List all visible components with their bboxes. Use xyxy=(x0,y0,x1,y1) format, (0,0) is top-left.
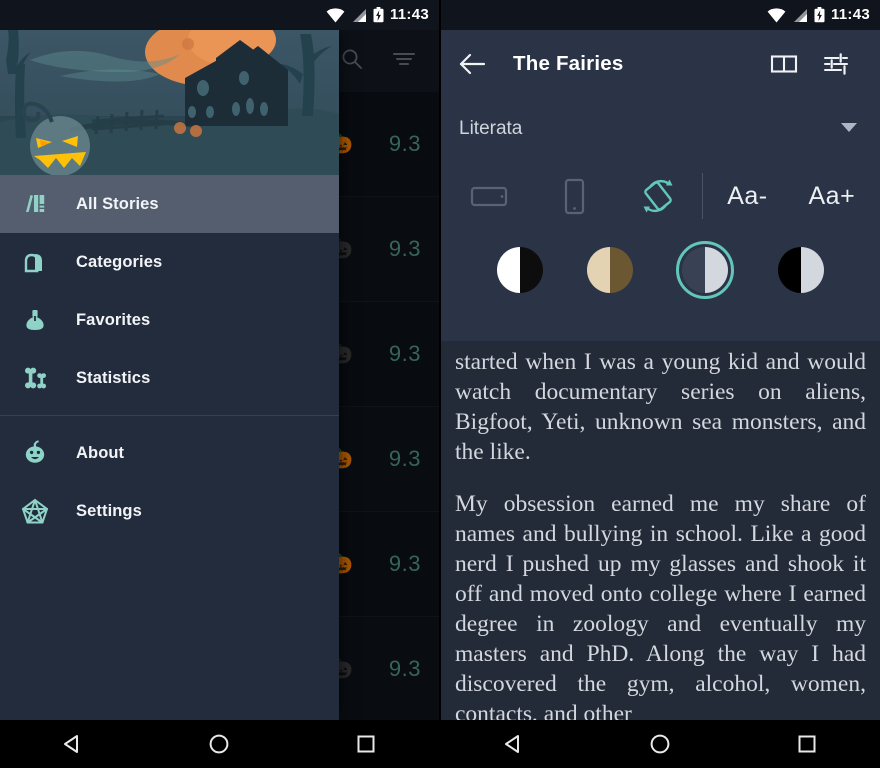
potion-icon xyxy=(18,303,52,337)
reader-settings-icon[interactable] xyxy=(810,52,862,76)
sidebar-item-label: About xyxy=(76,443,125,462)
nav-home-button[interactable] xyxy=(184,732,254,756)
battery-charging-icon xyxy=(814,7,825,23)
drawer-header-image xyxy=(0,30,339,175)
pumpkin-icon xyxy=(18,436,52,470)
text-size-increase-button[interactable]: Aa+ xyxy=(790,182,874,211)
font-family-value: Literata xyxy=(459,118,523,139)
back-arrow-icon[interactable] xyxy=(459,53,505,75)
sidebar-item-label: Statistics xyxy=(76,368,151,387)
nav-home-button[interactable] xyxy=(625,732,695,756)
nav-back-button[interactable] xyxy=(479,732,549,756)
status-bar: 11:43 xyxy=(441,0,880,30)
drawer-item-list: All Stories Categories Favorites Statist… xyxy=(0,175,339,540)
sidebar-item-categories[interactable]: Categories xyxy=(0,233,339,291)
sidebar-item-about[interactable]: About xyxy=(0,424,339,482)
tool-separator xyxy=(702,173,704,219)
status-bar: 11:43 xyxy=(0,0,439,30)
auto-rotate-icon[interactable] xyxy=(616,176,700,216)
sidebar-item-label: Favorites xyxy=(76,310,151,329)
dual-screenshot: 11:43 🎃 9.3 🎃 9.3 🎃 9.3 🎃 9.3 🎃 9.3 🎃 9.… xyxy=(0,0,880,768)
reader-app-bar: The Fairies xyxy=(441,30,880,98)
signal-icon xyxy=(352,8,366,22)
theme-black-swatch[interactable] xyxy=(778,247,825,293)
page-title: The Fairies xyxy=(513,52,624,75)
reader-tool-row: Aa- Aa+ xyxy=(441,160,880,232)
chevron-down-icon[interactable] xyxy=(840,120,858,138)
wifi-icon xyxy=(767,7,786,23)
pentagram-icon xyxy=(18,494,52,528)
sidebar-item-label: Categories xyxy=(76,252,163,271)
drawer-divider xyxy=(0,415,339,416)
text-size-decrease-label: Aa- xyxy=(727,181,768,210)
sidebar-item-label: All Stories xyxy=(76,194,159,213)
theme-light-swatch[interactable] xyxy=(496,247,543,293)
theme-light-disc xyxy=(496,247,543,293)
tombstone-icon xyxy=(18,245,52,279)
status-clock: 11:43 xyxy=(389,6,429,23)
reader-paragraph: started when I was a young kid and would… xyxy=(455,349,866,465)
android-nav-bar xyxy=(0,720,439,768)
sidebar-item-label: Settings xyxy=(76,501,142,520)
theme-dark-swatch[interactable] xyxy=(676,241,735,299)
theme-sepia-disc xyxy=(586,247,633,293)
reader-content[interactable]: started when I was a young kid and would… xyxy=(441,341,880,720)
nav-back-button[interactable] xyxy=(38,732,108,756)
sidebar-item-all-stories[interactable]: All Stories xyxy=(0,175,339,233)
text-size-decrease-button[interactable]: Aa- xyxy=(705,182,789,211)
signal-icon xyxy=(793,8,807,22)
font-family-select[interactable]: Literata xyxy=(441,98,880,160)
sidebar-item-favorites[interactable]: Favorites xyxy=(0,291,339,349)
wifi-icon xyxy=(326,7,345,23)
battery-charging-icon xyxy=(373,7,384,23)
navigation-drawer: All Stories Categories Favorites Statist… xyxy=(0,30,339,720)
theme-sepia-swatch[interactable] xyxy=(586,247,633,293)
sidebar-item-statistics[interactable]: Statistics xyxy=(0,349,339,407)
nav-recents-button[interactable] xyxy=(331,733,401,755)
android-nav-bar xyxy=(441,720,880,768)
text-size-increase-label: Aa+ xyxy=(808,181,856,210)
landscape-mode-icon[interactable] xyxy=(447,181,531,211)
theme-black-disc xyxy=(778,247,825,293)
status-clock: 11:43 xyxy=(830,6,870,23)
right-phone-screen: 11:43 The Fairies Literata Aa- Aa+ start… xyxy=(441,0,880,768)
books-icon xyxy=(18,187,52,221)
nav-recents-button[interactable] xyxy=(772,733,842,755)
reader-paragraph: My obsession earned me my share of names… xyxy=(455,491,866,720)
theme-selector-row xyxy=(441,232,880,308)
bone-icon xyxy=(18,361,52,395)
portrait-mode-icon[interactable] xyxy=(531,177,615,215)
sidebar-item-settings[interactable]: Settings xyxy=(0,482,339,540)
open-book-icon[interactable] xyxy=(758,52,810,76)
left-phone-screen: 11:43 🎃 9.3 🎃 9.3 🎃 9.3 🎃 9.3 🎃 9.3 🎃 9.… xyxy=(0,0,439,768)
